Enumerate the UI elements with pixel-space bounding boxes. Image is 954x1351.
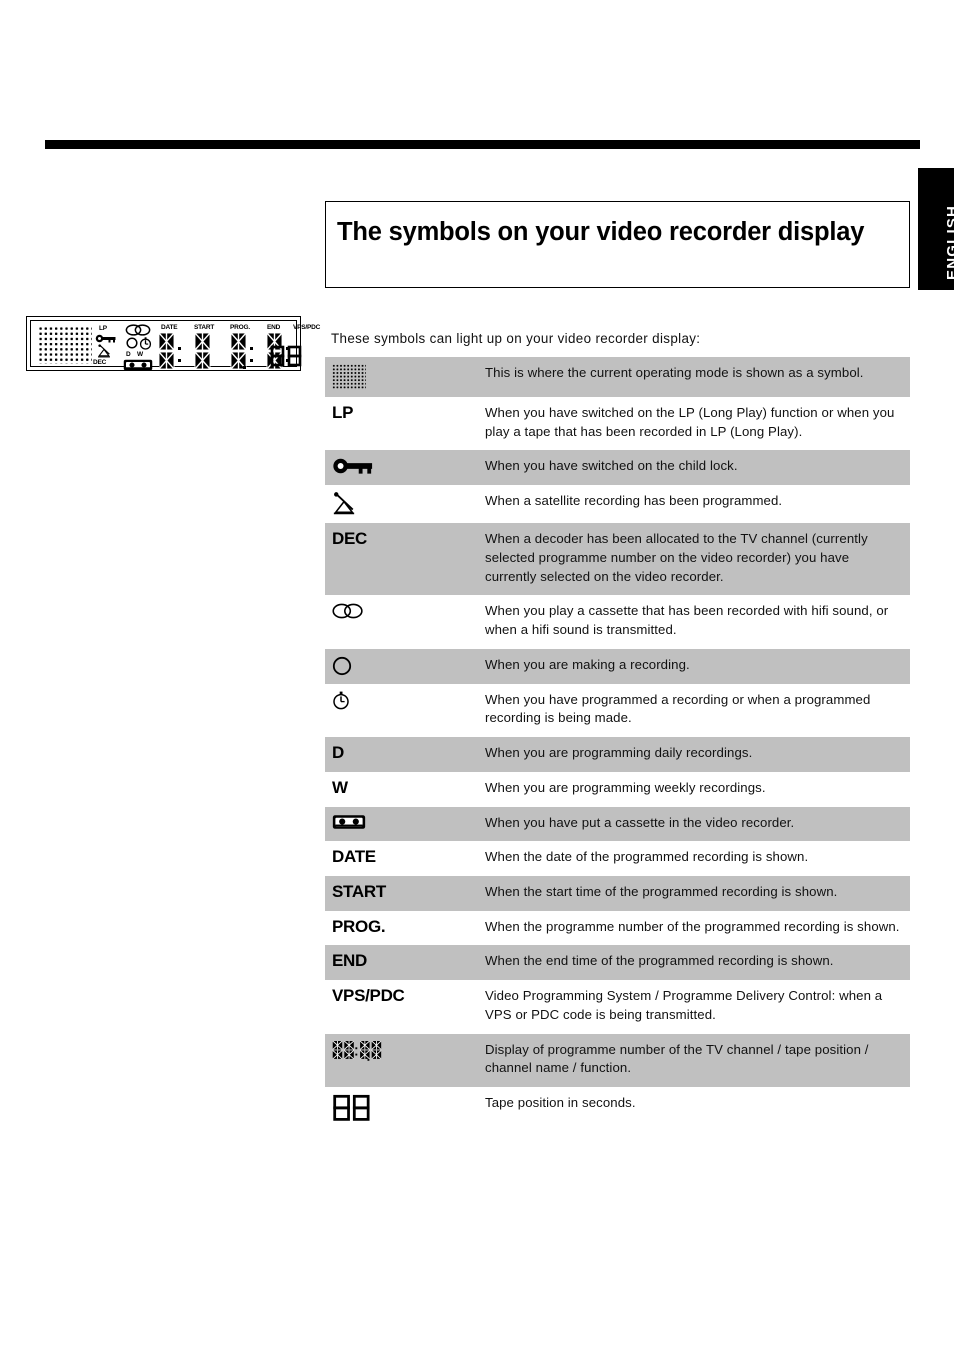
symbol-label: END <box>332 951 367 971</box>
symbol-description: Display of programme number of the TV ch… <box>485 1041 869 1076</box>
dot-matrix-icon <box>332 364 366 390</box>
seven-segment-seconds <box>270 345 302 367</box>
key-icon <box>333 459 373 475</box>
symbol-description: When the start time of the programmed re… <box>485 884 838 900</box>
symbol-description: When the programme number of the program… <box>485 918 900 934</box>
table-row: W When you are programming weekly recordi… <box>325 771 910 807</box>
table-row: When a satellite recording has been prog… <box>325 485 910 524</box>
symbol-cell: DEC <box>325 523 485 554</box>
symbol-cell: END <box>325 945 485 976</box>
symbol-description: When the end time of the programmed reco… <box>485 953 834 969</box>
symbol-description: When the date of the programmed recordin… <box>485 849 809 865</box>
symbol-cell <box>325 807 485 837</box>
display-label-date: DATE <box>161 324 178 331</box>
display-label-d: D <box>126 351 131 358</box>
symbol-description: Tape position in seconds. <box>485 1095 636 1111</box>
clock-timer-icon <box>139 337 152 350</box>
table-row: D When you are programming daily recordin… <box>325 737 910 772</box>
symbol-cell: PROG. <box>325 911 485 942</box>
display-label-dec: DEC <box>93 359 107 366</box>
table-row: Tape position in seconds. <box>325 1087 910 1132</box>
symbol-cell: START <box>325 876 485 907</box>
table-row: When you play a cassette that has been r… <box>325 595 910 649</box>
clock-timer-icon <box>333 691 349 709</box>
four-segment-display-icon <box>332 1040 382 1061</box>
symbol-cell: D <box>325 737 485 768</box>
symbol-label: VPS/PDC <box>332 986 405 1006</box>
symbol-description: When you have programmed a recording or … <box>485 691 871 726</box>
symbol-cell <box>325 649 485 683</box>
table-row: When you are making a recording. <box>325 648 910 684</box>
key-icon <box>95 334 116 343</box>
page-title: The symbols on your video recorder displ… <box>337 218 865 246</box>
symbol-label: W <box>332 777 348 797</box>
table-row: START When the start time of the programm… <box>325 876 910 911</box>
symbol-cell: W <box>325 772 485 803</box>
display-label-prog: PROG. <box>230 324 250 331</box>
symbol-description: When you are making a recording. <box>485 656 690 672</box>
table-row: END When the end time of the programmed r… <box>325 945 910 981</box>
display-label-lp: LP <box>99 325 107 332</box>
symbol-label: D <box>332 743 344 763</box>
symbol-label: START <box>332 882 386 902</box>
symbol-description: When you have put a cassette in the vide… <box>485 814 795 830</box>
symbol-description: When you have switched on the LP (Long P… <box>485 405 895 439</box>
two-segment-display-icon <box>333 1095 370 1121</box>
symbol-label: LP <box>332 403 354 422</box>
table-row: When you have programmed a recording or … <box>325 683 910 738</box>
display-label-vps-pdc: VPS/PDC <box>293 324 321 331</box>
symbol-cell <box>325 1034 485 1068</box>
record-circle-icon <box>126 337 138 349</box>
symbol-label: DEC <box>332 529 367 549</box>
hifi-icon <box>332 604 363 619</box>
cassette-icon <box>332 814 366 829</box>
symbol-description: This is where the current operating mode… <box>485 365 864 380</box>
satellite-dish-icon <box>98 344 110 358</box>
header-rule <box>45 140 920 149</box>
table-row: LP When you have switched on the LP (Long… <box>325 397 910 451</box>
table-row: Display of programme number of the TV ch… <box>325 1033 910 1088</box>
language-tab-label: ENGLISH <box>944 204 954 280</box>
symbol-cell: LP <box>325 397 485 428</box>
table-row: When you have put a cassette in the vide… <box>325 806 910 842</box>
page-title-box: The symbols on your video recorder displ… <box>325 201 910 288</box>
symbol-label: PROG. <box>332 916 386 936</box>
satellite-dish-icon <box>333 492 355 515</box>
vcr-display-figure: LP DEC D W DATE START PROG. END VPS/PDC <box>26 316 320 371</box>
symbols-table: This is where the current operating mode… <box>325 357 910 1132</box>
record-circle-icon <box>332 656 352 675</box>
symbol-cell: DATE <box>325 841 485 872</box>
symbol-cell <box>325 1087 485 1131</box>
table-row: VPS/PDC Video Programming System / Progra… <box>325 980 910 1034</box>
symbol-cell <box>325 684 485 717</box>
symbol-description: When you have switched on the child lock… <box>485 458 738 474</box>
symbol-cell <box>325 595 485 627</box>
vcr-display-inner-frame: LP DEC D W DATE START PROG. END VPS/PDC <box>30 320 320 371</box>
symbol-label: DATE <box>332 847 376 867</box>
table-row: When you have switched on the child lock… <box>325 450 910 486</box>
symbol-cell <box>325 485 485 523</box>
hifi-icon <box>125 324 151 336</box>
table-row: PROG. When the programme number of the pr… <box>325 910 910 946</box>
symbol-description: When you play a cassette that has been r… <box>485 603 889 638</box>
display-label-start: START <box>194 324 215 331</box>
symbol-cell: VPS/PDC <box>325 980 485 1011</box>
table-row: DATE When the date of the programmed reco… <box>325 841 910 877</box>
dot-matrix-icon <box>38 326 92 364</box>
symbol-description: When you are programming daily recording… <box>485 745 753 761</box>
display-label-end: END <box>267 324 281 331</box>
table-row: This is where the current operating mode… <box>325 357 910 397</box>
intro-text: These symbols can light up on your video… <box>331 331 701 346</box>
cassette-icon <box>123 359 153 371</box>
symbol-description: When a decoder has been allocated to the… <box>485 531 868 584</box>
symbol-cell <box>325 357 485 397</box>
symbol-description: When you are programming weekly recordin… <box>485 779 766 795</box>
table-row: DEC When a decoder has been allocated to … <box>325 523 910 596</box>
symbol-description: Video Programming System / Programme Del… <box>485 988 883 1022</box>
symbol-cell <box>325 450 485 482</box>
display-label-w: W <box>137 351 143 358</box>
symbol-description: When a satellite recording has been prog… <box>485 493 783 509</box>
language-tab-english: ENGLISH <box>918 168 954 290</box>
